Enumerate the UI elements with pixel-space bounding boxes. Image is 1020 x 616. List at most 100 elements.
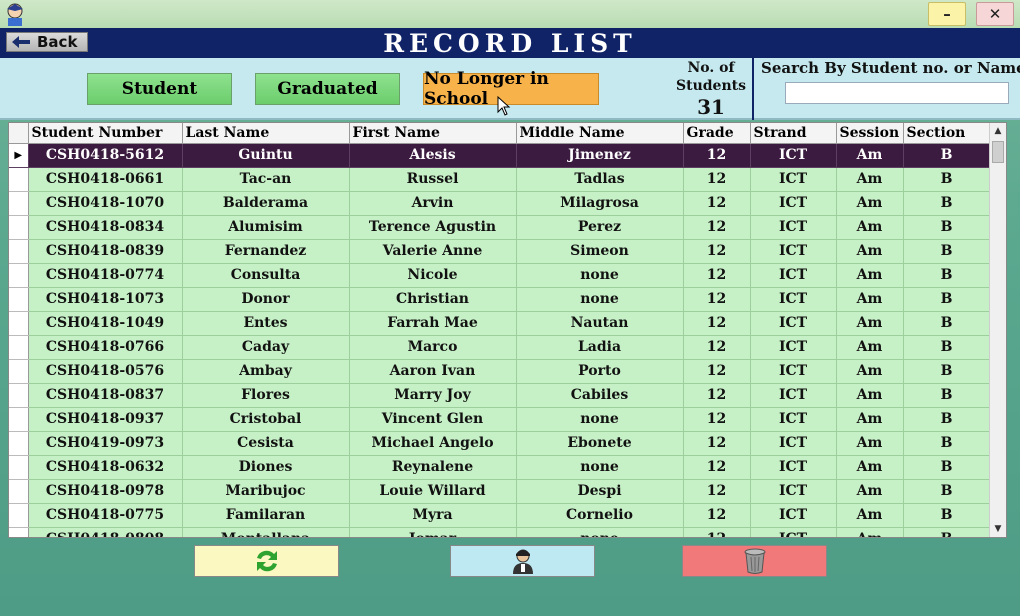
cell-session[interactable]: Am <box>836 263 904 288</box>
column-header-grade[interactable]: Grade <box>683 123 751 144</box>
cell-grade[interactable]: 12 <box>683 431 751 456</box>
table-row[interactable]: CSH0418-0839 Fernandez Valerie Anne Simeon 1… <box>9 239 991 264</box>
table-row[interactable]: CSH0418-1070 Balderama Arvin Milagrosa 12 ICT… <box>9 191 991 216</box>
cell-first-name[interactable]: Michael Angelo <box>349 431 517 456</box>
cell-last-name[interactable]: Tac-an <box>182 167 350 192</box>
cell-session[interactable]: Am <box>836 503 904 528</box>
cell-middle-name[interactable]: Ladia <box>516 335 684 360</box>
row-header[interactable] <box>9 479 29 504</box>
cell-section[interactable]: B <box>903 263 991 288</box>
cell-middle-name[interactable]: none <box>516 527 684 537</box>
cell-strand[interactable]: ICT <box>750 191 837 216</box>
cell-last-name[interactable]: Guintu <box>182 143 350 168</box>
cell-first-name[interactable]: Marco <box>349 335 517 360</box>
cell-student-number[interactable]: CSH0418-0837 <box>28 383 183 408</box>
cell-session[interactable]: Am <box>836 167 904 192</box>
cell-session[interactable]: Am <box>836 239 904 264</box>
cell-student-number[interactable]: CSH0418-0774 <box>28 263 183 288</box>
row-header[interactable] <box>9 287 29 312</box>
cell-first-name[interactable]: Myra <box>349 503 517 528</box>
table-row[interactable]: CSH0418-0766 Caday Marco Ladia 12 ICT Am B <box>9 335 991 360</box>
cell-section[interactable]: B <box>903 143 991 168</box>
cell-session[interactable]: Am <box>836 335 904 360</box>
row-header[interactable] <box>9 407 29 432</box>
cell-middle-name[interactable]: Perez <box>516 215 684 240</box>
row-header[interactable] <box>9 503 29 528</box>
cell-session[interactable]: Am <box>836 143 904 168</box>
cell-first-name[interactable]: Reynalene <box>349 455 517 480</box>
column-header-last-name[interactable]: Last Name <box>182 123 350 144</box>
cell-first-name[interactable]: Marry Joy <box>349 383 517 408</box>
cell-strand[interactable]: ICT <box>750 287 837 312</box>
cell-grade[interactable]: 12 <box>683 407 751 432</box>
cell-session[interactable]: Am <box>836 407 904 432</box>
cell-middle-name[interactable]: Jimenez <box>516 143 684 168</box>
student-filter-button[interactable]: Student <box>87 73 232 105</box>
cell-strand[interactable]: ICT <box>750 407 837 432</box>
row-header[interactable] <box>9 431 29 456</box>
cell-last-name[interactable]: Montallana <box>182 527 350 537</box>
no-longer-in-school-filter-button[interactable]: No Longer in School <box>423 69 599 109</box>
row-header[interactable] <box>9 383 29 408</box>
cell-strand[interactable]: ICT <box>750 503 837 528</box>
cell-grade[interactable]: 12 <box>683 383 751 408</box>
cell-student-number[interactable]: CSH0418-0775 <box>28 503 183 528</box>
cell-grade[interactable]: 12 <box>683 455 751 480</box>
cell-strand[interactable]: ICT <box>750 383 837 408</box>
cell-session[interactable]: Am <box>836 383 904 408</box>
column-header-strand[interactable]: Strand <box>750 123 837 144</box>
cell-section[interactable]: B <box>903 479 991 504</box>
cell-first-name[interactable]: Valerie Anne <box>349 239 517 264</box>
cell-student-number[interactable]: CSH0418-1049 <box>28 311 183 336</box>
table-row[interactable]: CSH0418-0937 Cristobal Vincent Glen none 12 I… <box>9 407 991 432</box>
cell-first-name[interactable]: Jomar <box>349 527 517 537</box>
row-header[interactable] <box>9 311 29 336</box>
cell-grade[interactable]: 12 <box>683 263 751 288</box>
row-header[interactable] <box>9 335 29 360</box>
table-row[interactable]: CSH0418-0774 Consulta Nicole none 12 ICT Am B <box>9 263 991 288</box>
cell-strand[interactable]: ICT <box>750 167 837 192</box>
cell-section[interactable]: B <box>903 527 991 537</box>
column-header-middle-name[interactable]: Middle Name <box>516 123 684 144</box>
cell-last-name[interactable]: Alumisim <box>182 215 350 240</box>
cell-middle-name[interactable]: Simeon <box>516 239 684 264</box>
search-input[interactable] <box>785 82 1009 104</box>
cell-grade[interactable]: 12 <box>683 191 751 216</box>
cell-section[interactable]: B <box>903 191 991 216</box>
cell-last-name[interactable]: Consulta <box>182 263 350 288</box>
cell-session[interactable]: Am <box>836 431 904 456</box>
cell-strand[interactable]: ICT <box>750 335 837 360</box>
column-header-session[interactable]: Session <box>836 123 904 144</box>
cell-section[interactable]: B <box>903 407 991 432</box>
cell-first-name[interactable]: Christian <box>349 287 517 312</box>
table-row[interactable]: CSH0418-0808MontallanaJomarnone12ICTAmB <box>9 527 991 537</box>
scroll-thumb[interactable] <box>992 141 1004 163</box>
cell-middle-name[interactable]: none <box>516 407 684 432</box>
view-student-profile-button[interactable] <box>450 545 595 577</box>
cell-strand[interactable]: ICT <box>750 527 837 537</box>
table-row[interactable]: CSH0418-0775 Familaran Myra Cornelio 12 ICT Am… <box>9 503 991 528</box>
cell-section[interactable]: B <box>903 335 991 360</box>
cell-session[interactable]: Am <box>836 287 904 312</box>
cell-last-name[interactable]: Donor <box>182 287 350 312</box>
table-row[interactable]: CSH0418-0632 Diones Reynalene none 12 ICT Am B <box>9 455 991 480</box>
cell-first-name[interactable]: Vincent Glen <box>349 407 517 432</box>
cell-strand[interactable]: ICT <box>750 311 837 336</box>
row-header[interactable] <box>9 191 29 216</box>
row-header[interactable] <box>9 263 29 288</box>
cell-grade[interactable]: 12 <box>683 527 751 537</box>
cell-first-name[interactable]: Alesis <box>349 143 517 168</box>
table-row[interactable]: CSH0418-0834 Alumisim Terence Agustin Perez… <box>9 215 991 240</box>
row-header[interactable] <box>9 527 29 537</box>
cell-student-number[interactable]: CSH0418-0661 <box>28 167 183 192</box>
delete-button[interactable] <box>682 545 827 577</box>
scroll-up-icon[interactable]: ▲ <box>990 123 1006 139</box>
cell-session[interactable]: Am <box>836 527 904 537</box>
cell-student-number[interactable]: CSH0418-0937 <box>28 407 183 432</box>
cell-student-number[interactable]: CSH0418-0978 <box>28 479 183 504</box>
cell-last-name[interactable]: Ambay <box>182 359 350 384</box>
cell-strand[interactable]: ICT <box>750 263 837 288</box>
cell-last-name[interactable]: Diones <box>182 455 350 480</box>
cell-last-name[interactable]: Balderama <box>182 191 350 216</box>
cell-student-number[interactable]: CSH0418-1070 <box>28 191 183 216</box>
